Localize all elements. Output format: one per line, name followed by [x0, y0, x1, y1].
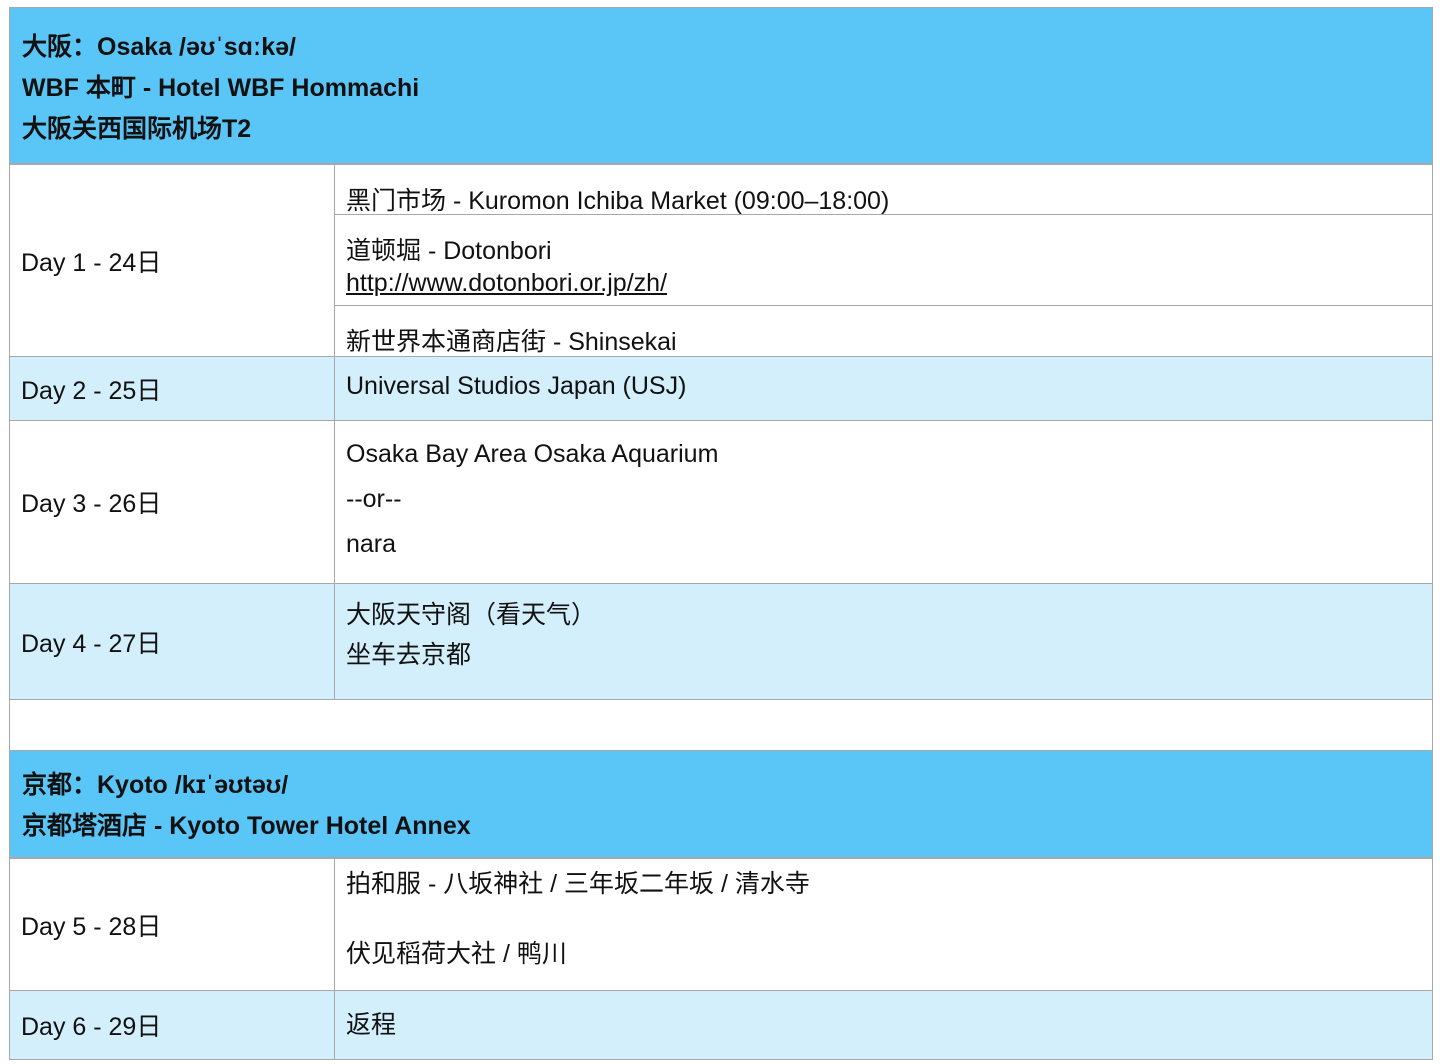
activity-line: 伏见稻荷大社 / 鸭川 — [346, 939, 567, 968]
activity-line: 拍和服 - 八坂神社 / 三年坂二年坂 / 清水寺 — [346, 869, 810, 898]
day-activities: Osaka Bay Area Osaka Aquarium --or-- nar… — [334, 420, 1433, 584]
table-row: Day 2 - 25日 Universal Studios Japan (USJ… — [9, 356, 1433, 421]
day-label: Day 4 - 27日 — [9, 583, 335, 700]
day-label: Day 6 - 29日 — [9, 990, 335, 1060]
osaka-schedule-table: Day 1 - 24日 黑门市场 - Kuromon Ichiba Market… — [9, 164, 1433, 700]
activity-line: Universal Studios Japan (USJ) — [346, 372, 687, 400]
day-activities: 拍和服 - 八坂神社 / 三年坂二年坂 / 清水寺 伏见稻荷大社 / 鸭川 — [334, 858, 1433, 991]
activity-text: 新世界本通商店街 - Shinsekai — [346, 328, 677, 356]
activity-text: 道顿堀 - Dotonbori — [346, 237, 552, 265]
kyoto-title: 京都：Kyoto /kɪˈəʊtəʊ/ — [22, 771, 289, 799]
section-spacer — [9, 700, 1433, 750]
kyoto-schedule-table: Day 5 - 28日 拍和服 - 八坂神社 / 三年坂二年坂 / 清水寺 伏见… — [9, 858, 1433, 1060]
activity-line: 返程 — [346, 1011, 397, 1039]
day-label: Day 5 - 28日 — [9, 858, 335, 991]
activity-line: 大阪天守阁（看天气） — [346, 600, 597, 629]
activity-line: 坐车去京都 — [346, 640, 472, 669]
activity-text: Universal Studios Japan (USJ) — [334, 356, 1433, 421]
osaka-hotel: WBF 本町 - Hotel WBF Hommachi — [22, 74, 420, 102]
day-label: Day 2 - 25日 — [9, 356, 335, 421]
osaka-airport: 大阪关西国际机场T2 — [22, 115, 252, 143]
itinerary-document: 大阪：Osaka /əʊˈsɑːkə/ WBF 本町 - Hotel WBF H… — [9, 7, 1433, 1060]
kyoto-section-header: 京都：Kyoto /kɪˈəʊtəʊ/ 京都塔酒店 - Kyoto Tower … — [9, 750, 1433, 858]
table-row: Day 4 - 27日 大阪天守阁（看天气） 坐车去京都 — [9, 583, 1433, 700]
kyoto-hotel: 京都塔酒店 - Kyoto Tower Hotel Annex — [22, 812, 471, 840]
osaka-title: 大阪：Osaka /əʊˈsɑːkə/ — [22, 33, 296, 61]
activity-line: Osaka Bay Area Osaka Aquarium — [346, 439, 719, 468]
activity-text: 返程 — [334, 990, 1433, 1060]
activity-cell: 黑门市场 - Kuromon Ichiba Market (09:00–18:0… — [335, 165, 1432, 215]
activity-line: nara — [346, 529, 397, 558]
activity-line: --or-- — [346, 484, 402, 513]
table-row: Day 6 - 29日 返程 — [9, 990, 1433, 1060]
table-row: Day 5 - 28日 拍和服 - 八坂神社 / 三年坂二年坂 / 清水寺 伏见… — [9, 858, 1433, 991]
table-row: Day 1 - 24日 黑门市场 - Kuromon Ichiba Market… — [9, 164, 1433, 357]
day-label: Day 3 - 26日 — [9, 420, 335, 584]
osaka-section-header: 大阪：Osaka /əʊˈsɑːkə/ WBF 本町 - Hotel WBF H… — [9, 7, 1433, 164]
activity-cell: 道顿堀 - Dotonbori http://www.dotonbori.or.… — [335, 215, 1432, 306]
dotonbori-link[interactable]: http://www.dotonbori.or.jp/zh/ — [346, 269, 667, 297]
day-activities: 大阪天守阁（看天气） 坐车去京都 — [334, 583, 1433, 700]
activity-cell: 新世界本通商店街 - Shinsekai — [335, 306, 1432, 356]
day-activities: 黑门市场 - Kuromon Ichiba Market (09:00–18:0… — [334, 164, 1433, 357]
day-label: Day 1 - 24日 — [9, 164, 335, 357]
activity-text: 黑门市场 - Kuromon Ichiba Market (09:00–18:0… — [346, 187, 890, 215]
table-row: Day 3 - 26日 Osaka Bay Area Osaka Aquariu… — [9, 420, 1433, 584]
